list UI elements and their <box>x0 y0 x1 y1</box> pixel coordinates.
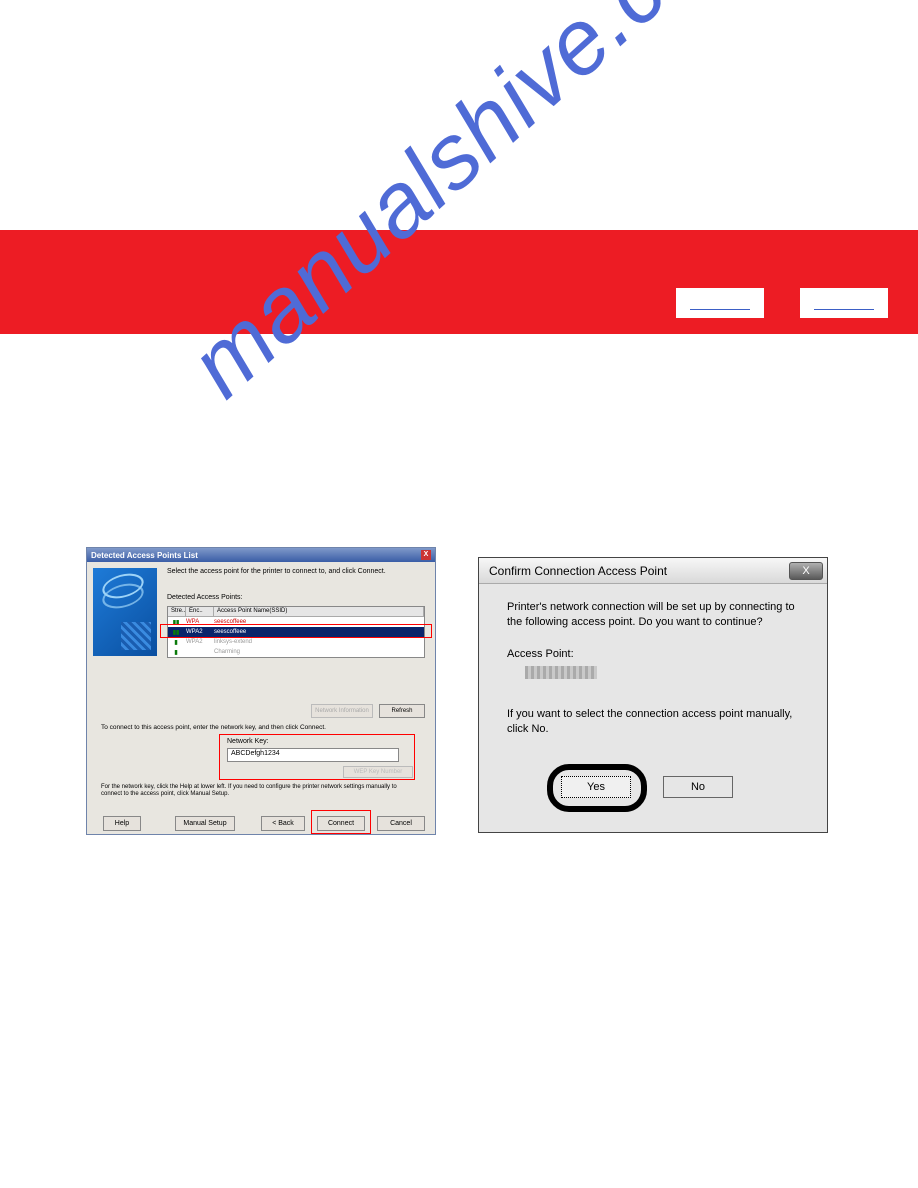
col-strength: Stre.. <box>168 607 186 616</box>
yes-button[interactable]: Yes <box>561 776 631 798</box>
header-nav-button-1[interactable] <box>676 288 764 318</box>
close-icon[interactable]: X <box>421 550 431 560</box>
list-item[interactable]: ▮ Charming <box>168 647 424 657</box>
network-info-button: Network Information <box>311 704 373 718</box>
list-label: Detected Access Points: <box>167 594 242 601</box>
refresh-button[interactable]: Refresh <box>379 704 425 718</box>
signal-icon: ▮▮ <box>168 629 184 636</box>
network-key-input[interactable]: ABCDefgh1234 <box>227 748 399 762</box>
help-note: For the network key, click the Help at l… <box>101 784 411 798</box>
access-point-value-redacted <box>525 666 597 679</box>
dialog-titlebar: Confirm Connection Access Point X <box>479 558 827 584</box>
dialog-title: Detected Access Points List <box>91 551 198 560</box>
col-encryption: Enc.. <box>186 607 214 616</box>
list-item[interactable]: ▮ WPA2 linksys-extend <box>168 637 424 647</box>
signal-icon: ▮▮ <box>168 619 184 626</box>
list-item-selected[interactable]: ▮▮ WPA2 seescoffeee <box>168 627 424 637</box>
manual-select-note: If you want to select the connection acc… <box>479 679 827 737</box>
header-band <box>0 230 918 334</box>
cancel-button[interactable]: Cancel <box>377 816 425 831</box>
access-points-list[interactable]: Stre.. Enc.. Access Point Name(SSID) ▮▮ … <box>167 606 425 658</box>
no-button[interactable]: No <box>663 776 733 798</box>
help-button[interactable]: Help <box>103 816 141 831</box>
wireless-illustration <box>93 568 157 656</box>
dialog-title: Confirm Connection Access Point <box>489 564 667 578</box>
dialog-titlebar: Detected Access Points List X <box>87 548 435 562</box>
list-header: Stre.. Enc.. Access Point Name(SSID) <box>168 607 424 617</box>
access-point-label: Access Point: <box>479 630 827 660</box>
signal-icon: ▮ <box>168 649 184 656</box>
connect-instruction: To connect to this access point, enter t… <box>101 724 326 731</box>
confirm-connection-dialog: Confirm Connection Access Point X Printe… <box>478 557 828 833</box>
close-icon[interactable]: X <box>789 562 823 580</box>
confirm-message: Printer's network connection will be set… <box>479 584 827 630</box>
network-key-label: Network Key: <box>227 738 269 745</box>
signal-icon: ▮ <box>168 639 184 646</box>
wep-key-button: WEP Key Number <box>343 766 413 778</box>
connect-button[interactable]: Connect <box>317 816 365 831</box>
back-button[interactable]: < Back <box>261 816 305 831</box>
detected-access-points-dialog: Detected Access Points List X Select the… <box>86 547 436 835</box>
instruction-text: Select the access point for the printer … <box>167 568 386 575</box>
list-item[interactable]: ▮▮ WPA seescoffeee <box>168 617 424 627</box>
manual-setup-button[interactable]: Manual Setup <box>175 816 235 831</box>
header-nav-button-2[interactable] <box>800 288 888 318</box>
col-ssid: Access Point Name(SSID) <box>214 607 424 616</box>
watermark-text: manualshive.com <box>170 0 783 418</box>
